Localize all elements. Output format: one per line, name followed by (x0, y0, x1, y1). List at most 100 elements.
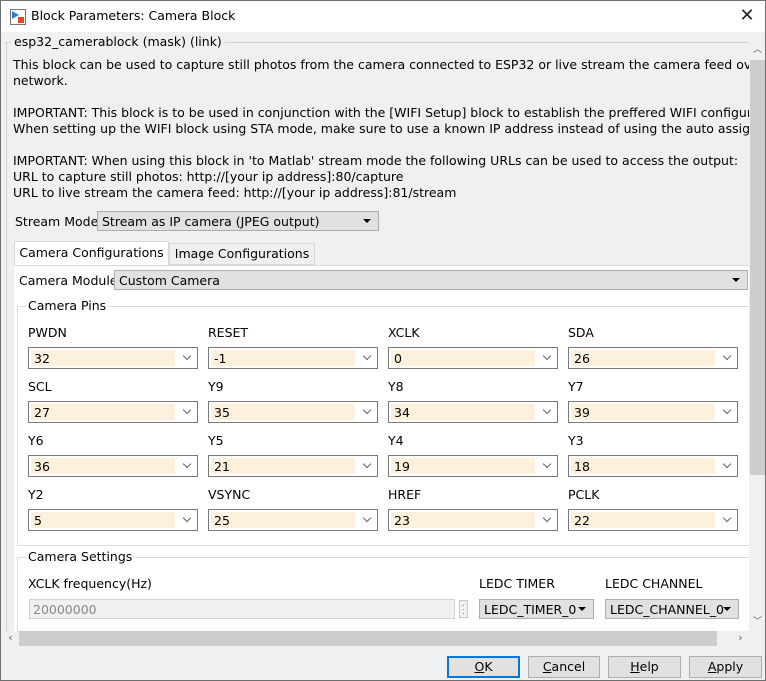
dropdown-arrow-icon (363, 219, 371, 223)
pin-value: 23 (394, 513, 410, 528)
ledc-timer-label: LEDC TIMER (479, 576, 555, 591)
chevron-down-icon (362, 351, 372, 361)
pin-combo-href[interactable]: 23 (388, 509, 558, 531)
camera-pins-group: Camera Pins PWDN 32 RESET -1 XCLK 0 SDA 26 SCL 27… (17, 298, 749, 546)
pin-combo-scl[interactable]: 27 (28, 401, 198, 423)
ok-label: K (484, 659, 493, 674)
pin-value: 27 (34, 405, 50, 420)
pin-field (571, 512, 715, 528)
dropdown-arrow-icon (732, 278, 740, 282)
window-title: Block Parameters: Camera Block (31, 8, 236, 23)
pin-label-pclk: PCLK (568, 487, 600, 502)
block-parameters-dialog: Block Parameters: Camera Block ✕ esp32_c… (0, 0, 766, 681)
pin-value: -1 (214, 351, 227, 366)
pin-field (31, 350, 175, 366)
xclk-frequency-label: XCLK frequency(Hz) (28, 576, 152, 591)
scroll-up-icon[interactable]: ︿ (749, 42, 765, 59)
mask-description: This block can be used to capture still … (13, 57, 749, 200)
ok-button[interactable]: OK (447, 656, 520, 678)
apply-button[interactable]: Apply (689, 656, 762, 678)
help-button[interactable]: Help (608, 656, 681, 678)
pin-combo-reset[interactable]: -1 (208, 347, 378, 369)
horizontal-scrollbar[interactable]: ‹ › (2, 631, 749, 646)
apply-label: pply (716, 659, 744, 674)
pin-label-reset: RESET (208, 325, 249, 340)
pin-label-xclk: XCLK (388, 325, 420, 340)
stream-mode-value: Stream as IP camera (JPEG output) (102, 214, 320, 229)
tab-image-configurations[interactable]: Image Configurations (169, 243, 315, 265)
pin-field (571, 350, 715, 366)
pin-field (391, 512, 535, 528)
chevron-down-icon (362, 405, 372, 415)
tab-camera-configurations[interactable]: Camera Configurations (14, 241, 169, 266)
pin-combo-pwdn[interactable]: 32 (28, 347, 198, 369)
scroll-left-icon[interactable]: ‹ (2, 631, 19, 646)
pin-value: 25 (214, 513, 230, 528)
pin-combo-xclk[interactable]: 0 (388, 347, 558, 369)
pin-combo-sda[interactable]: 26 (568, 347, 738, 369)
camera-module-value: Custom Camera (119, 273, 220, 288)
ledc-channel-dropdown[interactable]: LEDC_CHANNEL_0 (605, 599, 739, 619)
xclk-frequency-value: 20000000 (33, 602, 97, 617)
pin-field (391, 350, 535, 366)
chevron-down-icon (362, 513, 372, 523)
chevron-down-icon (182, 351, 192, 361)
stream-mode-dropdown[interactable]: Stream as IP camera (JPEG output) (97, 211, 379, 231)
pin-label-scl: SCL (28, 379, 52, 394)
chevron-down-icon (542, 459, 552, 469)
pin-combo-y2[interactable]: 5 (28, 509, 198, 531)
pin-combo-y6[interactable]: 36 (28, 455, 198, 477)
camera-module-label: Camera Module (19, 273, 118, 288)
pin-label-y2: Y2 (28, 487, 44, 502)
xclk-frequency-input[interactable]: 20000000 (29, 599, 455, 619)
pin-combo-y9[interactable]: 35 (208, 401, 378, 423)
pin-combo-y7[interactable]: 39 (568, 401, 738, 423)
scroll-right-icon[interactable]: › (732, 631, 749, 646)
pin-field (211, 404, 355, 420)
camera-settings-legend: Camera Settings (26, 549, 135, 564)
simulink-block-icon (10, 9, 26, 25)
cancel-button[interactable]: Cancel (528, 656, 600, 678)
chevron-down-icon (722, 405, 732, 415)
pin-field (391, 404, 535, 420)
pin-combo-y8[interactable]: 34 (388, 401, 558, 423)
chevron-down-icon (182, 459, 192, 469)
chevron-down-icon (182, 405, 192, 415)
help-label: elp (639, 659, 659, 674)
dialog-content: esp32_camerablock (mask) (link) This blo… (2, 32, 749, 631)
pin-label-y3: Y3 (568, 433, 584, 448)
ledc-timer-dropdown[interactable]: LEDC_TIMER_0 (479, 599, 594, 619)
pin-label-y6: Y6 (28, 433, 44, 448)
cancel-label: ancel (551, 659, 586, 674)
pin-label-y4: Y4 (388, 433, 404, 448)
pin-field (571, 404, 715, 420)
close-icon[interactable]: ✕ (735, 4, 759, 28)
camera-configurations-pane: Camera Module Custom Camera Camera Pins … (14, 265, 749, 631)
pin-value: 34 (394, 405, 410, 420)
vertical-scrollbar[interactable]: ︿ ﹀ (749, 42, 765, 631)
pin-value: 5 (34, 513, 42, 528)
pin-value: 32 (34, 351, 50, 366)
pin-value: 18 (574, 459, 590, 474)
pin-label-y8: Y8 (388, 379, 404, 394)
scroll-down-icon[interactable]: ﹀ (749, 614, 765, 631)
pin-combo-y4[interactable]: 19 (388, 455, 558, 477)
camera-settings-group: Camera Settings XCLK frequency(Hz) 20000… (17, 549, 749, 631)
pin-field (31, 512, 175, 528)
pin-value: 21 (214, 459, 230, 474)
vertical-scroll-thumb[interactable] (750, 60, 765, 475)
cancel-mnemonic: C (542, 659, 552, 674)
pin-combo-y5[interactable]: 21 (208, 455, 378, 477)
pin-combo-pclk[interactable]: 22 (568, 509, 738, 531)
camera-module-dropdown[interactable]: Custom Camera (114, 270, 748, 290)
pin-value: 22 (574, 513, 590, 528)
pin-combo-vsync[interactable]: 25 (208, 509, 378, 531)
horizontal-scroll-thumb[interactable] (19, 631, 717, 646)
pin-label-pwdn: PWDN (28, 325, 67, 340)
help-mnemonic: H (630, 659, 640, 674)
pin-combo-y3[interactable]: 18 (568, 455, 738, 477)
chevron-down-icon (362, 459, 372, 469)
pin-field (31, 458, 175, 474)
title-bar: Block Parameters: Camera Block ✕ (1, 1, 765, 32)
more-options-icon[interactable] (459, 600, 468, 618)
